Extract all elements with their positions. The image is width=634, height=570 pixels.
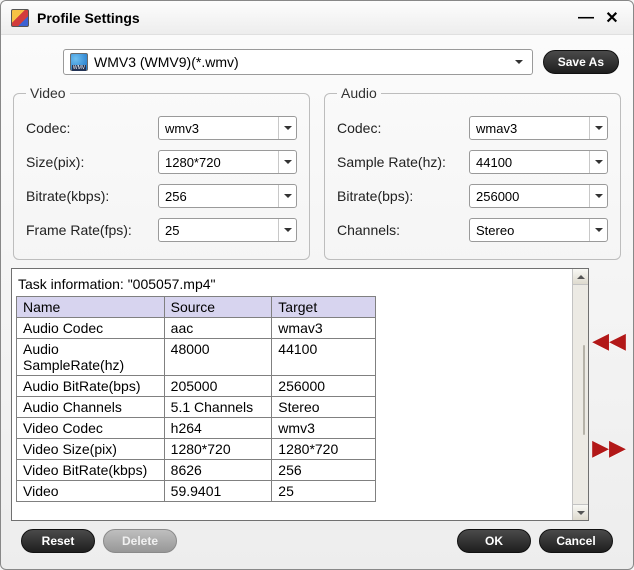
video-size-value: 1280*720 xyxy=(165,155,221,170)
audio-samplerate-value: 44100 xyxy=(476,155,512,170)
video-codec-label: Codec: xyxy=(26,120,158,136)
chevron-down-icon xyxy=(278,151,296,173)
table-row[interactable]: Audio Codecaacwmav3 xyxy=(17,318,376,339)
video-group: Video Codec: wmv3 Size(pix): 1280*720 xyxy=(13,85,310,260)
audio-channels-value: Stereo xyxy=(476,223,514,238)
audio-group: Audio Codec: wmav3 Sample Rate(hz): 4410… xyxy=(324,85,621,260)
col-target: Target xyxy=(272,297,376,318)
video-size-dropdown[interactable]: 1280*720 xyxy=(158,150,297,174)
chevron-down-icon xyxy=(589,117,607,139)
task-information-panel: Task information: "005057.mp4" Name Sour… xyxy=(11,268,589,521)
video-codec-dropdown[interactable]: wmv3 xyxy=(158,116,297,140)
table-row[interactable]: Video Codech264wmv3 xyxy=(17,418,376,439)
video-framerate-value: 25 xyxy=(165,223,179,238)
audio-bitrate-value: 256000 xyxy=(476,189,519,204)
vertical-scrollbar[interactable] xyxy=(572,269,588,520)
cell-target: 256 xyxy=(272,460,376,481)
cell-name: Video Codec xyxy=(17,418,165,439)
chevron-down-icon xyxy=(589,185,607,207)
scroll-down-icon[interactable] xyxy=(573,504,588,520)
profile-selected: WMV3 (WMV9)(*.wmv) xyxy=(94,54,504,70)
video-framerate-label: Frame Rate(fps): xyxy=(26,222,158,238)
minimize-button[interactable]: — xyxy=(575,7,597,29)
wmv-icon xyxy=(70,53,88,71)
audio-bitrate-label: Bitrate(bps): xyxy=(337,188,469,204)
cell-target: 44100 xyxy=(272,339,376,376)
cell-source: 5.1 Channels xyxy=(164,397,272,418)
cell-source: aac xyxy=(164,318,272,339)
chevron-down-icon xyxy=(589,219,607,241)
ok-button[interactable]: OK xyxy=(457,529,531,553)
chevron-down-icon xyxy=(589,151,607,173)
audio-legend: Audio xyxy=(337,85,381,101)
video-bitrate-value: 256 xyxy=(165,189,187,204)
cell-source: 1280*720 xyxy=(164,439,272,460)
close-button[interactable]: ✕ xyxy=(601,7,623,29)
cell-source: h264 xyxy=(164,418,272,439)
cell-target: Stereo xyxy=(272,397,376,418)
scroll-thumb[interactable] xyxy=(583,345,585,435)
table-row[interactable]: Audio SampleRate(hz)4800044100 xyxy=(17,339,376,376)
prev-task-button[interactable]: ◀◀ xyxy=(592,330,626,352)
video-legend: Video xyxy=(26,85,70,101)
table-row[interactable]: Audio Channels5.1 ChannelsStereo xyxy=(17,397,376,418)
audio-bitrate-dropdown[interactable]: 256000 xyxy=(469,184,608,208)
cell-name: Audio Codec xyxy=(17,318,165,339)
scroll-up-icon[interactable] xyxy=(573,269,588,285)
cell-source: 48000 xyxy=(164,339,272,376)
reset-button[interactable]: Reset xyxy=(21,529,95,553)
titlebar: Profile Settings — ✕ xyxy=(1,1,633,35)
window-title: Profile Settings xyxy=(37,10,571,26)
video-size-label: Size(pix): xyxy=(26,154,158,170)
audio-codec-dropdown[interactable]: wmav3 xyxy=(469,116,608,140)
table-row[interactable]: Video59.940125 xyxy=(17,481,376,502)
cell-name: Audio BitRate(bps) xyxy=(17,376,165,397)
cell-source: 8626 xyxy=(164,460,272,481)
table-row[interactable]: Video Size(pix)1280*7201280*720 xyxy=(17,439,376,460)
audio-channels-label: Channels: xyxy=(337,222,469,238)
cell-name: Video BitRate(kbps) xyxy=(17,460,165,481)
cell-target: 256000 xyxy=(272,376,376,397)
cell-target: 25 xyxy=(272,481,376,502)
col-source: Source xyxy=(164,297,272,318)
audio-channels-dropdown[interactable]: Stereo xyxy=(469,218,608,242)
chevron-down-icon xyxy=(278,185,296,207)
cell-name: Audio Channels xyxy=(17,397,165,418)
video-bitrate-label: Bitrate(kbps): xyxy=(26,188,158,204)
chevron-down-icon xyxy=(278,117,296,139)
chevron-down-icon xyxy=(278,219,296,241)
video-framerate-dropdown[interactable]: 25 xyxy=(158,218,297,242)
video-codec-value: wmv3 xyxy=(165,121,199,136)
delete-button[interactable]: Delete xyxy=(103,529,177,553)
cell-target: wmv3 xyxy=(272,418,376,439)
profile-dropdown[interactable]: WMV3 (WMV9)(*.wmv) xyxy=(63,49,533,75)
cell-source: 59.9401 xyxy=(164,481,272,502)
video-bitrate-dropdown[interactable]: 256 xyxy=(158,184,297,208)
save-as-button[interactable]: Save As xyxy=(543,50,619,74)
cell-source: 205000 xyxy=(164,376,272,397)
cancel-button[interactable]: Cancel xyxy=(539,529,613,553)
task-heading: Task information: "005057.mp4" xyxy=(18,276,566,292)
next-task-button[interactable]: ▶▶ xyxy=(592,437,626,459)
cell-name: Audio SampleRate(hz) xyxy=(17,339,165,376)
task-table: Name Source Target Audio Codecaacwmav3Au… xyxy=(16,296,376,502)
table-row[interactable]: Video BitRate(kbps)8626256 xyxy=(17,460,376,481)
chevron-down-icon xyxy=(510,50,528,74)
cell-name: Video xyxy=(17,481,165,502)
audio-samplerate-dropdown[interactable]: 44100 xyxy=(469,150,608,174)
table-row[interactable]: Audio BitRate(bps)205000256000 xyxy=(17,376,376,397)
cell-target: 1280*720 xyxy=(272,439,376,460)
audio-codec-value: wmav3 xyxy=(476,121,517,136)
cell-target: wmav3 xyxy=(272,318,376,339)
cell-name: Video Size(pix) xyxy=(17,439,165,460)
app-icon xyxy=(11,9,29,27)
audio-codec-label: Codec: xyxy=(337,120,469,136)
audio-samplerate-label: Sample Rate(hz): xyxy=(337,154,469,170)
col-name: Name xyxy=(17,297,165,318)
